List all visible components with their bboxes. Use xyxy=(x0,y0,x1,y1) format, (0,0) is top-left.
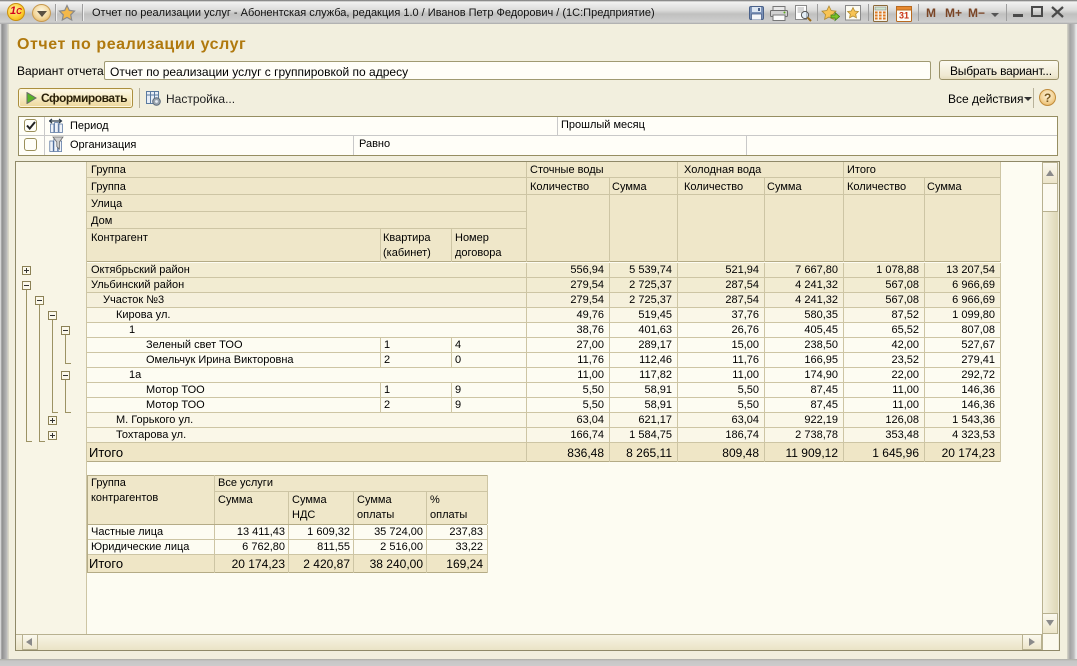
svg-text:31: 31 xyxy=(899,11,909,21)
